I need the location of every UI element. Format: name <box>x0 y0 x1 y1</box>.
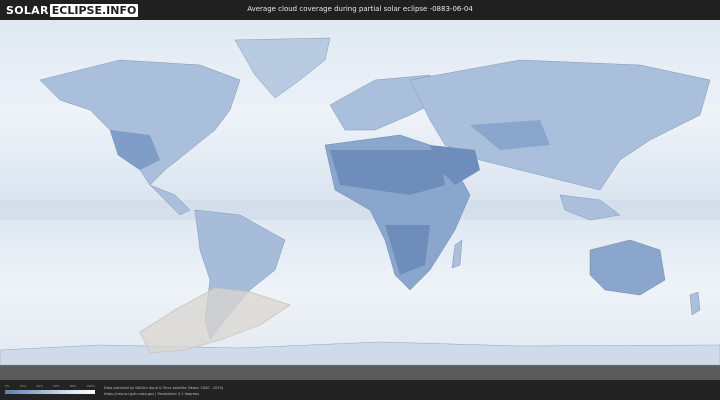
legend-tick-label: 80% <box>69 384 77 388</box>
antarctica-landmass <box>0 341 720 366</box>
world-map-svg <box>0 20 720 380</box>
cloud-coverage-map[interactable] <box>0 20 720 380</box>
credits-line-2[interactable]: https://neo.sci.gsfc.nasa.gov | Resoluti… <box>104 391 223 397</box>
legend-tick-label: 40% <box>36 384 44 388</box>
legend-tick-label: 20% <box>19 384 27 388</box>
page: SOLAR ECLIPSE.INFO Average cloud coverag… <box>0 0 720 400</box>
legend-tick-label: 0% <box>5 384 10 388</box>
page-title: Average cloud coverage during partial so… <box>247 5 473 13</box>
header-bar: SOLAR ECLIPSE.INFO Average cloud coverag… <box>0 0 720 20</box>
legend-ticks: 0% 20% 40% 60% 80% 100% <box>5 384 95 389</box>
legend-tick-label: 100% <box>86 384 95 388</box>
cloud-coverage-legend-bar <box>5 390 95 394</box>
legend-tick-label: 60% <box>53 384 60 388</box>
data-credits: Data provided by NASA's Aqua & Terra sat… <box>104 385 223 397</box>
